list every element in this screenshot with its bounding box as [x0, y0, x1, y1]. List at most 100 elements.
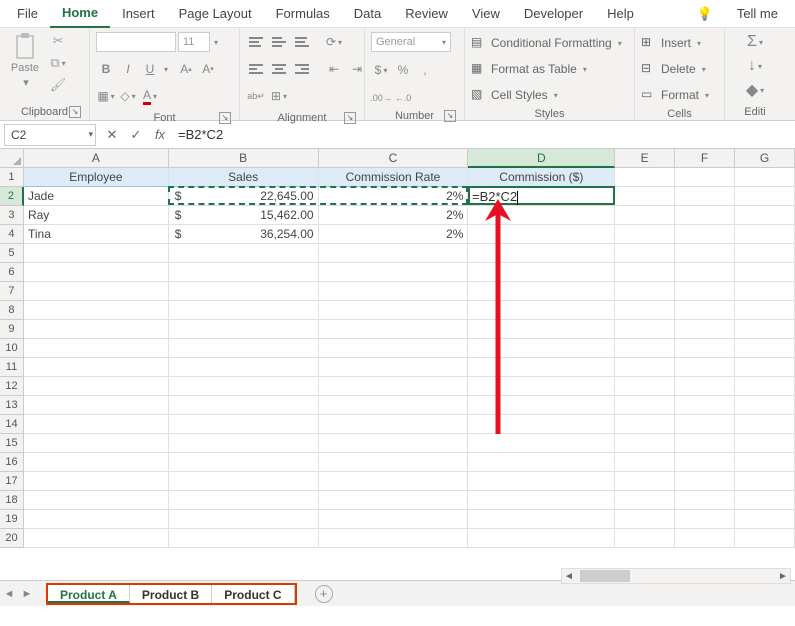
row-header[interactable]: 16: [0, 453, 24, 472]
col-header-a[interactable]: A: [24, 149, 169, 168]
currency-button[interactable]: $▾: [371, 60, 391, 80]
cell[interactable]: [169, 301, 319, 320]
cell[interactable]: [24, 472, 169, 491]
cell[interactable]: Ray: [24, 206, 169, 225]
italic-button[interactable]: I: [118, 59, 138, 79]
cell[interactable]: [735, 339, 795, 358]
font-name-combo[interactable]: [96, 32, 176, 52]
cell[interactable]: [468, 225, 615, 244]
cell[interactable]: [735, 187, 795, 206]
col-header-c[interactable]: C: [319, 149, 469, 168]
col-header-e[interactable]: E: [615, 149, 675, 168]
percent-button[interactable]: %: [393, 60, 413, 80]
tell-me[interactable]: Tell me: [725, 0, 790, 27]
dialog-launcher-icon[interactable]: ↘: [69, 106, 81, 118]
align-top-button[interactable]: [246, 32, 266, 52]
row-header[interactable]: 1: [0, 168, 24, 187]
worksheet-grid[interactable]: A B C D E F G 1 Employee Sales Commissio…: [0, 149, 795, 579]
bold-button[interactable]: B: [96, 59, 116, 79]
orientation-button[interactable]: ⟳▾: [324, 32, 344, 52]
cell[interactable]: [169, 320, 319, 339]
cell[interactable]: [615, 396, 675, 415]
enter-button[interactable]: ✓: [124, 124, 148, 146]
cell[interactable]: [675, 415, 735, 434]
decrease-decimal-button[interactable]: ←.0: [393, 88, 413, 108]
cell[interactable]: [675, 244, 735, 263]
new-sheet-button[interactable]: +: [315, 585, 333, 603]
sheet-tab-product-c[interactable]: Product C: [212, 585, 294, 603]
cell[interactable]: 2%: [319, 187, 469, 206]
col-header-d[interactable]: D: [468, 149, 615, 168]
cell[interactable]: [319, 339, 469, 358]
underline-button[interactable]: U: [140, 59, 160, 79]
cell[interactable]: [675, 187, 735, 206]
number-format-combo[interactable]: General▾: [371, 32, 451, 52]
cell[interactable]: $22,645.00: [169, 187, 319, 206]
tab-developer[interactable]: Developer: [512, 0, 595, 27]
row-header[interactable]: 10: [0, 339, 24, 358]
row-header[interactable]: 12: [0, 377, 24, 396]
cell[interactable]: [735, 301, 795, 320]
row-header[interactable]: 17: [0, 472, 24, 491]
cells-format-button[interactable]: ▭Format▾: [641, 84, 709, 106]
name-box[interactable]: C2▾: [4, 124, 96, 146]
cell[interactable]: [675, 510, 735, 529]
cell[interactable]: [24, 301, 169, 320]
col-header-b[interactable]: B: [169, 149, 319, 168]
cell[interactable]: [615, 415, 675, 434]
fx-button[interactable]: fx: [148, 124, 172, 146]
cell[interactable]: [468, 244, 615, 263]
cell[interactable]: [675, 301, 735, 320]
cell[interactable]: [735, 529, 795, 548]
cell[interactable]: [675, 453, 735, 472]
cell[interactable]: [24, 510, 169, 529]
active-edit-cell[interactable]: =B2*C2: [468, 186, 615, 205]
cell[interactable]: $36,254.00: [169, 225, 319, 244]
cell[interactable]: [319, 377, 469, 396]
cell[interactable]: [675, 206, 735, 225]
cell[interactable]: [675, 396, 735, 415]
row-header[interactable]: 11: [0, 358, 24, 377]
cell[interactable]: [468, 358, 615, 377]
cell[interactable]: [675, 472, 735, 491]
col-header-g[interactable]: G: [735, 149, 795, 168]
cell[interactable]: [735, 225, 795, 244]
cell[interactable]: [169, 263, 319, 282]
cell[interactable]: [468, 472, 615, 491]
cell[interactable]: [468, 529, 615, 548]
copy-button[interactable]: ⧉▾: [48, 54, 68, 72]
cell[interactable]: [169, 415, 319, 434]
cell[interactable]: [24, 320, 169, 339]
cell[interactable]: [675, 320, 735, 339]
cell[interactable]: Tina: [24, 225, 169, 244]
scroll-left-icon[interactable]: ◄: [562, 571, 576, 582]
cell[interactable]: [735, 358, 795, 377]
cell[interactable]: [468, 510, 615, 529]
cell[interactable]: [24, 244, 169, 263]
cell[interactable]: [735, 510, 795, 529]
increase-decimal-button[interactable]: .00→: [371, 88, 391, 108]
cell[interactable]: [24, 358, 169, 377]
cell[interactable]: [24, 434, 169, 453]
cell[interactable]: [169, 396, 319, 415]
cell[interactable]: [735, 168, 795, 187]
cell[interactable]: 2%: [319, 206, 469, 225]
cell[interactable]: [615, 377, 675, 396]
cell[interactable]: [615, 453, 675, 472]
cell[interactable]: [615, 491, 675, 510]
cell[interactable]: [468, 396, 615, 415]
cells-delete-button[interactable]: ⊟Delete▾: [641, 58, 706, 80]
formula-input[interactable]: =B2*C2: [172, 127, 795, 142]
cell[interactable]: [24, 529, 169, 548]
grow-font-button[interactable]: A▴: [176, 59, 196, 79]
cell[interactable]: [169, 339, 319, 358]
cell[interactable]: [319, 472, 469, 491]
cell[interactable]: [319, 453, 469, 472]
borders-button[interactable]: ▦▾: [96, 86, 116, 106]
cell[interactable]: [675, 225, 735, 244]
tell-me-icon[interactable]: 💡: [685, 0, 725, 28]
cell[interactable]: [319, 244, 469, 263]
row-header[interactable]: 15: [0, 434, 24, 453]
cell[interactable]: [319, 320, 469, 339]
tab-formulas[interactable]: Formulas: [264, 0, 342, 27]
